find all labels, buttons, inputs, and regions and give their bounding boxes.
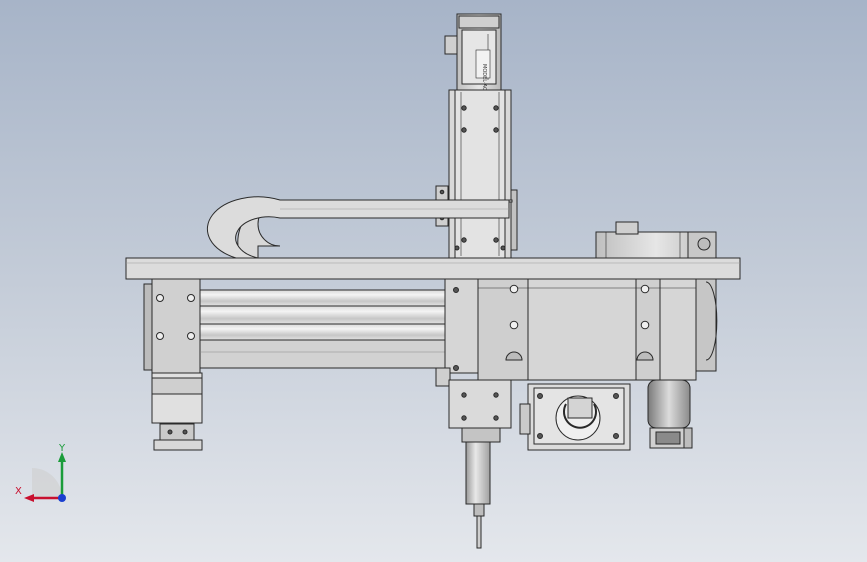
z-axis-dot (58, 494, 66, 502)
spindle (465, 441, 491, 549)
y-axis-label: Y (58, 443, 66, 454)
cad-viewport[interactable]: MODEL·AC-SERVO Y X (0, 0, 867, 562)
x-rail (199, 278, 481, 374)
top-plate (125, 257, 741, 280)
rotary-module (519, 383, 631, 451)
carriage-block (477, 278, 718, 381)
axis-triad: Y X (15, 443, 66, 502)
gantry-model: MODEL·AC-SERVO Y X (15, 13, 741, 549)
left-end-block (143, 278, 203, 451)
x-axis-label: X (15, 486, 22, 497)
drum-motor (647, 379, 693, 449)
z-axis-column (435, 89, 518, 259)
